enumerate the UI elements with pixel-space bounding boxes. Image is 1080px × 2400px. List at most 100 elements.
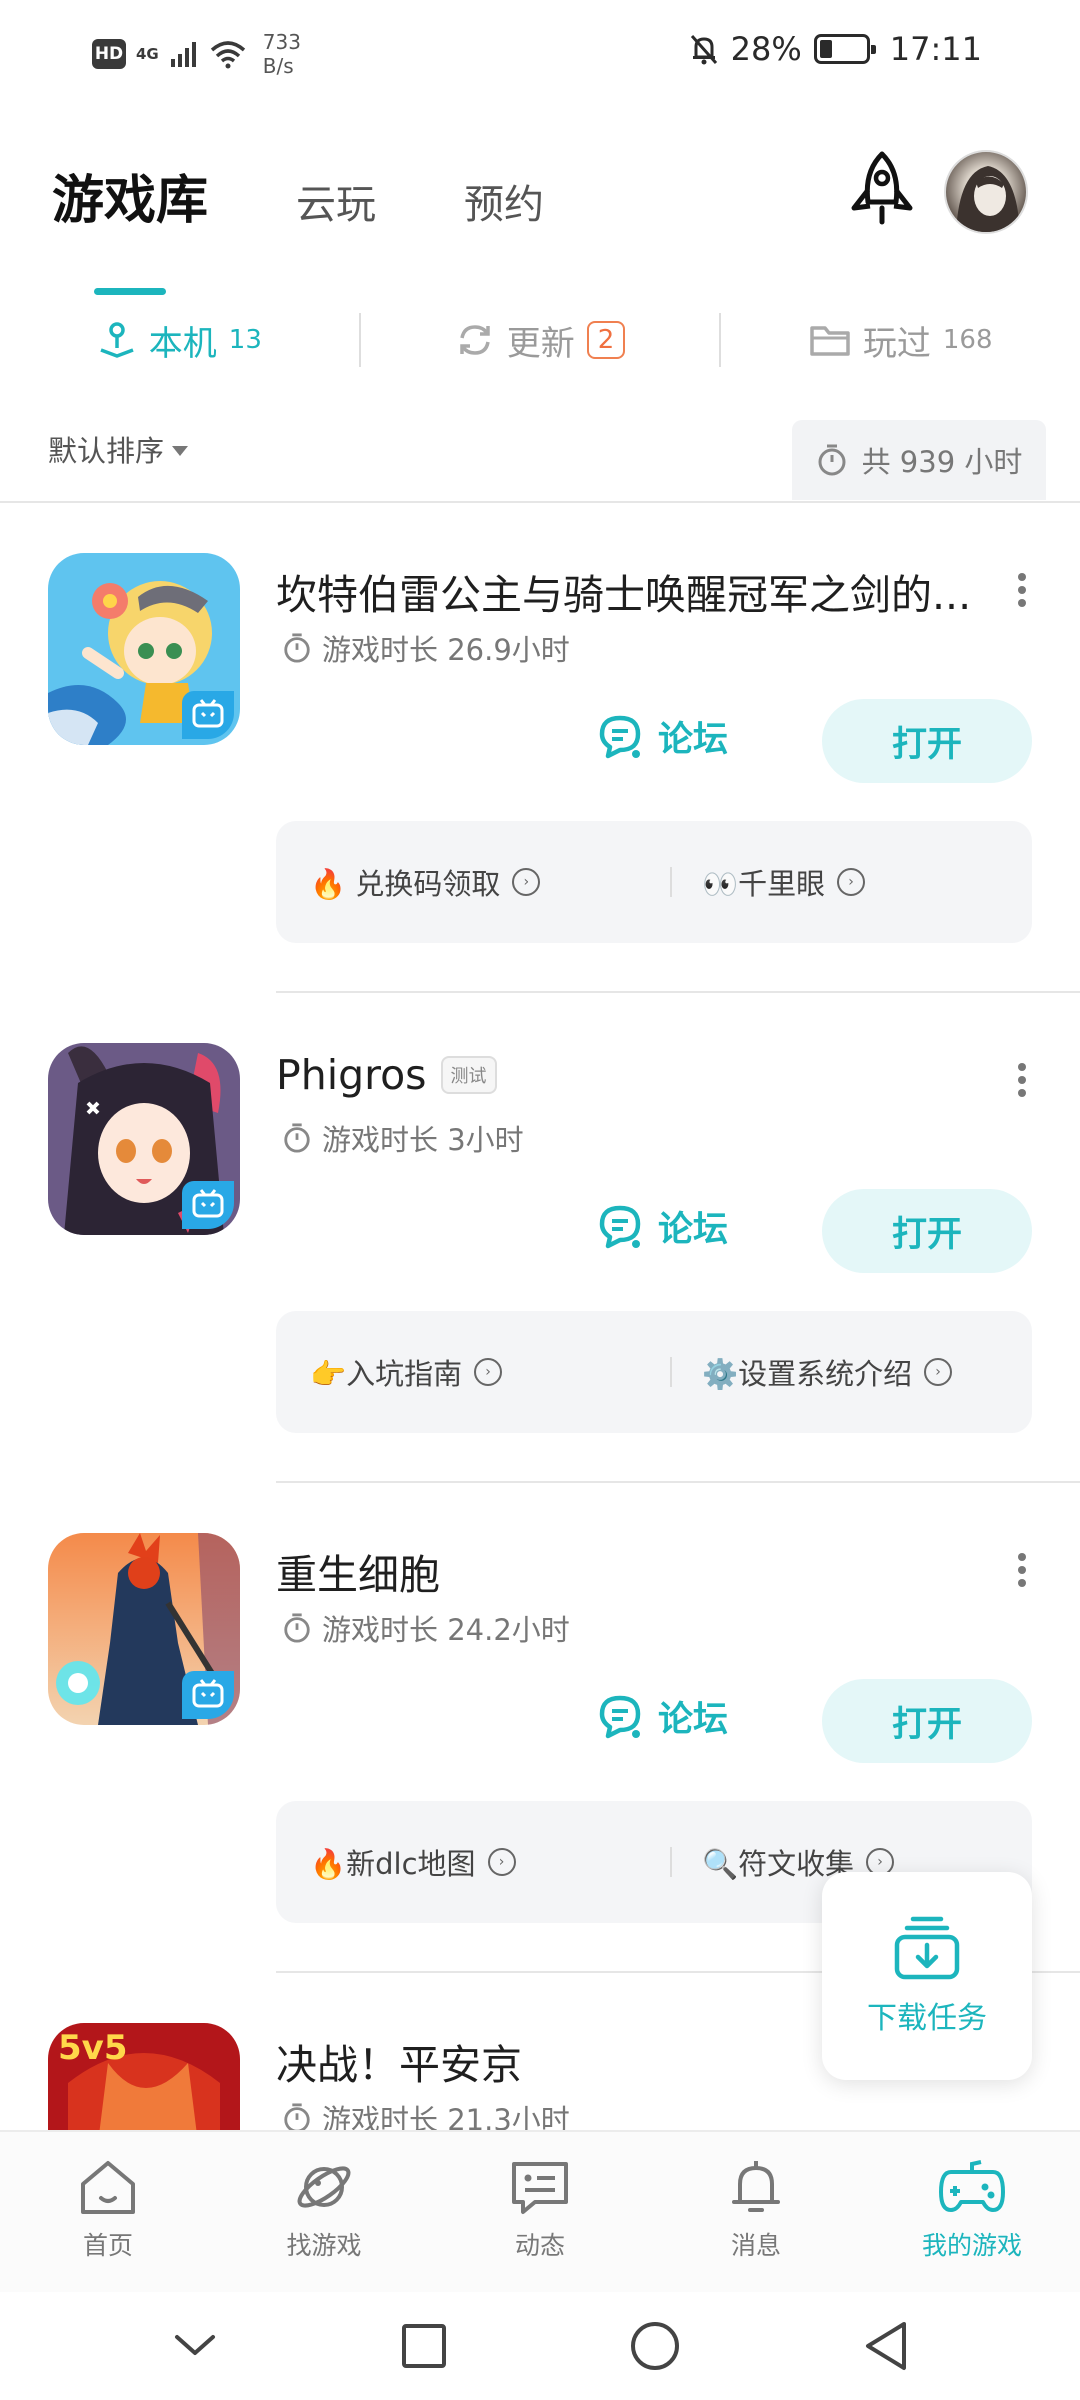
download-tray-icon: [894, 1916, 960, 1980]
game-tips-panel: 👉入坑指南 › ⚙️设置系统介绍 ›: [276, 1311, 1032, 1433]
filter-played-label: 玩过: [862, 323, 931, 364]
tab-cloud-play[interactable]: 云玩: [296, 172, 376, 230]
nav-find-games-label: 找游戏: [286, 2231, 362, 2260]
filter-update[interactable]: 更新 2: [361, 316, 720, 365]
forum-label: 论坛: [658, 720, 729, 760]
total-playtime: 共 939 小时: [792, 420, 1046, 500]
user-avatar[interactable]: [944, 150, 1028, 234]
nav-home[interactable]: 首页: [0, 2132, 216, 2292]
download-tasks-button[interactable]: 下载任务: [822, 1872, 1032, 2080]
nav-home-label: 首页: [82, 2231, 133, 2260]
forum-label: 论坛: [658, 1210, 729, 1250]
filter-bar: 本机 13 更新 2 玩过 168: [0, 300, 1080, 380]
network-speed: 733 B/s: [263, 30, 301, 78]
game-icon[interactable]: [48, 553, 240, 745]
speed-unit: B/s: [262, 54, 294, 78]
open-game-button[interactable]: 打开: [822, 1189, 1032, 1273]
game-icon[interactable]: 5v5: [48, 2023, 240, 2130]
gamepad-icon: [939, 2160, 1005, 2212]
tab-reservation[interactable]: 预约: [464, 172, 544, 230]
open-game-button[interactable]: 打开: [822, 699, 1032, 783]
system-nav-bar: [0, 2292, 1080, 2400]
top-tabs: 游戏库 云玩 预约: [52, 158, 632, 295]
nav-feed-label: 动态: [514, 2231, 565, 2260]
playtime-text: 游戏时长 26.9小时: [322, 633, 570, 667]
home-circle-icon[interactable]: [629, 2320, 681, 2372]
more-options-icon[interactable]: [1010, 1063, 1034, 1103]
game-title[interactable]: 坎特伯雷公主与骑士唤醒冠军之剑的...: [276, 561, 971, 621]
nav-messages-label: 消息: [730, 2231, 781, 2260]
tip-text: 👀千里眼: [702, 867, 826, 901]
game-playtime: 游戏时长 26.9小时: [282, 627, 570, 669]
folder-icon: [810, 326, 850, 356]
tip-link[interactable]: 👀千里眼 ›: [702, 861, 866, 903]
forum-icon: [599, 715, 641, 758]
game-playtime: 游戏时长 21.3小时: [282, 2097, 570, 2130]
filter-played-count: 168: [942, 325, 993, 355]
back-triangle-icon[interactable]: [862, 2320, 910, 2372]
game-tips-panel: 🔥 兑换码领取 › 👀千里眼 ›: [276, 821, 1032, 943]
tab-game-library[interactable]: 游戏库: [52, 158, 208, 295]
network-type: 4G: [136, 44, 159, 63]
recents-square-icon[interactable]: [400, 2322, 448, 2370]
playtime-text: 游戏时长 3小时: [322, 1123, 524, 1157]
open-game-button[interactable]: 打开: [822, 1679, 1032, 1763]
status-bar: HD 4G 733 B/s 28% 17:11: [0, 0, 1080, 110]
game-title-text: 坎特伯雷公主与骑士唤醒冠军之剑的...: [276, 571, 972, 619]
more-options-icon[interactable]: [1010, 573, 1034, 613]
nav-my-games[interactable]: 我的游戏: [864, 2132, 1080, 2292]
battery-icon: [813, 34, 876, 64]
tip-link[interactable]: 👉入坑指南 ›: [310, 1351, 503, 1393]
mute-bell-icon: [690, 35, 717, 65]
test-badge: 测试: [440, 1056, 497, 1094]
nav-messages[interactable]: 消息: [648, 2132, 864, 2292]
playtime-text: 游戏时长 24.2小时: [322, 1613, 570, 1647]
tip-link[interactable]: 🔥新dlc地图 ›: [310, 1841, 516, 1883]
chevron-right-icon: ›: [837, 868, 866, 896]
chevron-right-icon: ›: [474, 1358, 503, 1386]
game-title[interactable]: 重生细胞: [276, 1541, 440, 1601]
game-card: Phigros 测试 游戏时长 3小时 论坛 打开 👉入坑指南 › ⚙️设置系统介…: [0, 993, 1080, 1483]
wifi-icon: [210, 41, 245, 69]
chevron-down-icon[interactable]: [171, 2331, 219, 2361]
tip-link[interactable]: ⚙️设置系统介绍 ›: [702, 1351, 953, 1393]
game-icon[interactable]: [48, 1533, 240, 1725]
tip-link[interactable]: 🔥 兑换码领取 ›: [310, 861, 541, 903]
rocket-icon[interactable]: [846, 150, 918, 230]
chevron-right-icon: ›: [512, 868, 541, 896]
tip-text: ⚙️设置系统介绍: [702, 1357, 913, 1391]
filter-update-label: 更新: [506, 323, 575, 364]
tip-text: 🔥 兑换码领取: [310, 867, 501, 901]
forum-button[interactable]: 论坛: [596, 711, 728, 762]
game-title[interactable]: Phigros 测试: [276, 1051, 497, 1099]
game-icon[interactable]: [48, 1043, 240, 1235]
game-title-text: 重生细胞: [276, 1551, 440, 1599]
nav-find-games[interactable]: 找游戏: [216, 2132, 432, 2292]
game-title[interactable]: 决战！平安京: [276, 2031, 522, 2091]
update-count-badge: 2: [586, 321, 626, 359]
filter-played[interactable]: 玩过 168: [721, 316, 1080, 365]
home-icon: [81, 2161, 135, 2214]
nav-feed[interactable]: 动态: [432, 2132, 648, 2292]
planet-icon: [297, 2166, 351, 2208]
more-options-icon[interactable]: [1010, 1553, 1034, 1593]
download-tasks-label: 下载任务: [867, 2001, 987, 2036]
divider: [670, 867, 672, 897]
filter-local-count: 13: [228, 325, 262, 355]
game-playtime: 游戏时长 3小时: [282, 1117, 524, 1159]
forum-button[interactable]: 论坛: [596, 1691, 728, 1742]
timer-icon: [284, 1123, 310, 1153]
forum-button[interactable]: 论坛: [596, 1201, 728, 1252]
forum-label: 论坛: [658, 1700, 729, 1740]
signal-icon: [170, 42, 196, 67]
divider: [670, 1847, 672, 1877]
tip-text: 👉入坑指南: [310, 1357, 463, 1391]
game-title-text: 决战！平安京: [276, 2041, 522, 2089]
speed-value: 733: [262, 30, 301, 54]
playtime-text: 游戏时长 21.3小时: [322, 2103, 570, 2130]
sort-label: 默认排序: [48, 434, 165, 468]
battery-percent: 28%: [730, 30, 802, 68]
sort-dropdown[interactable]: 默认排序: [48, 428, 189, 470]
filter-local[interactable]: 本机 13: [0, 316, 359, 365]
forum-icon: [599, 1205, 641, 1248]
